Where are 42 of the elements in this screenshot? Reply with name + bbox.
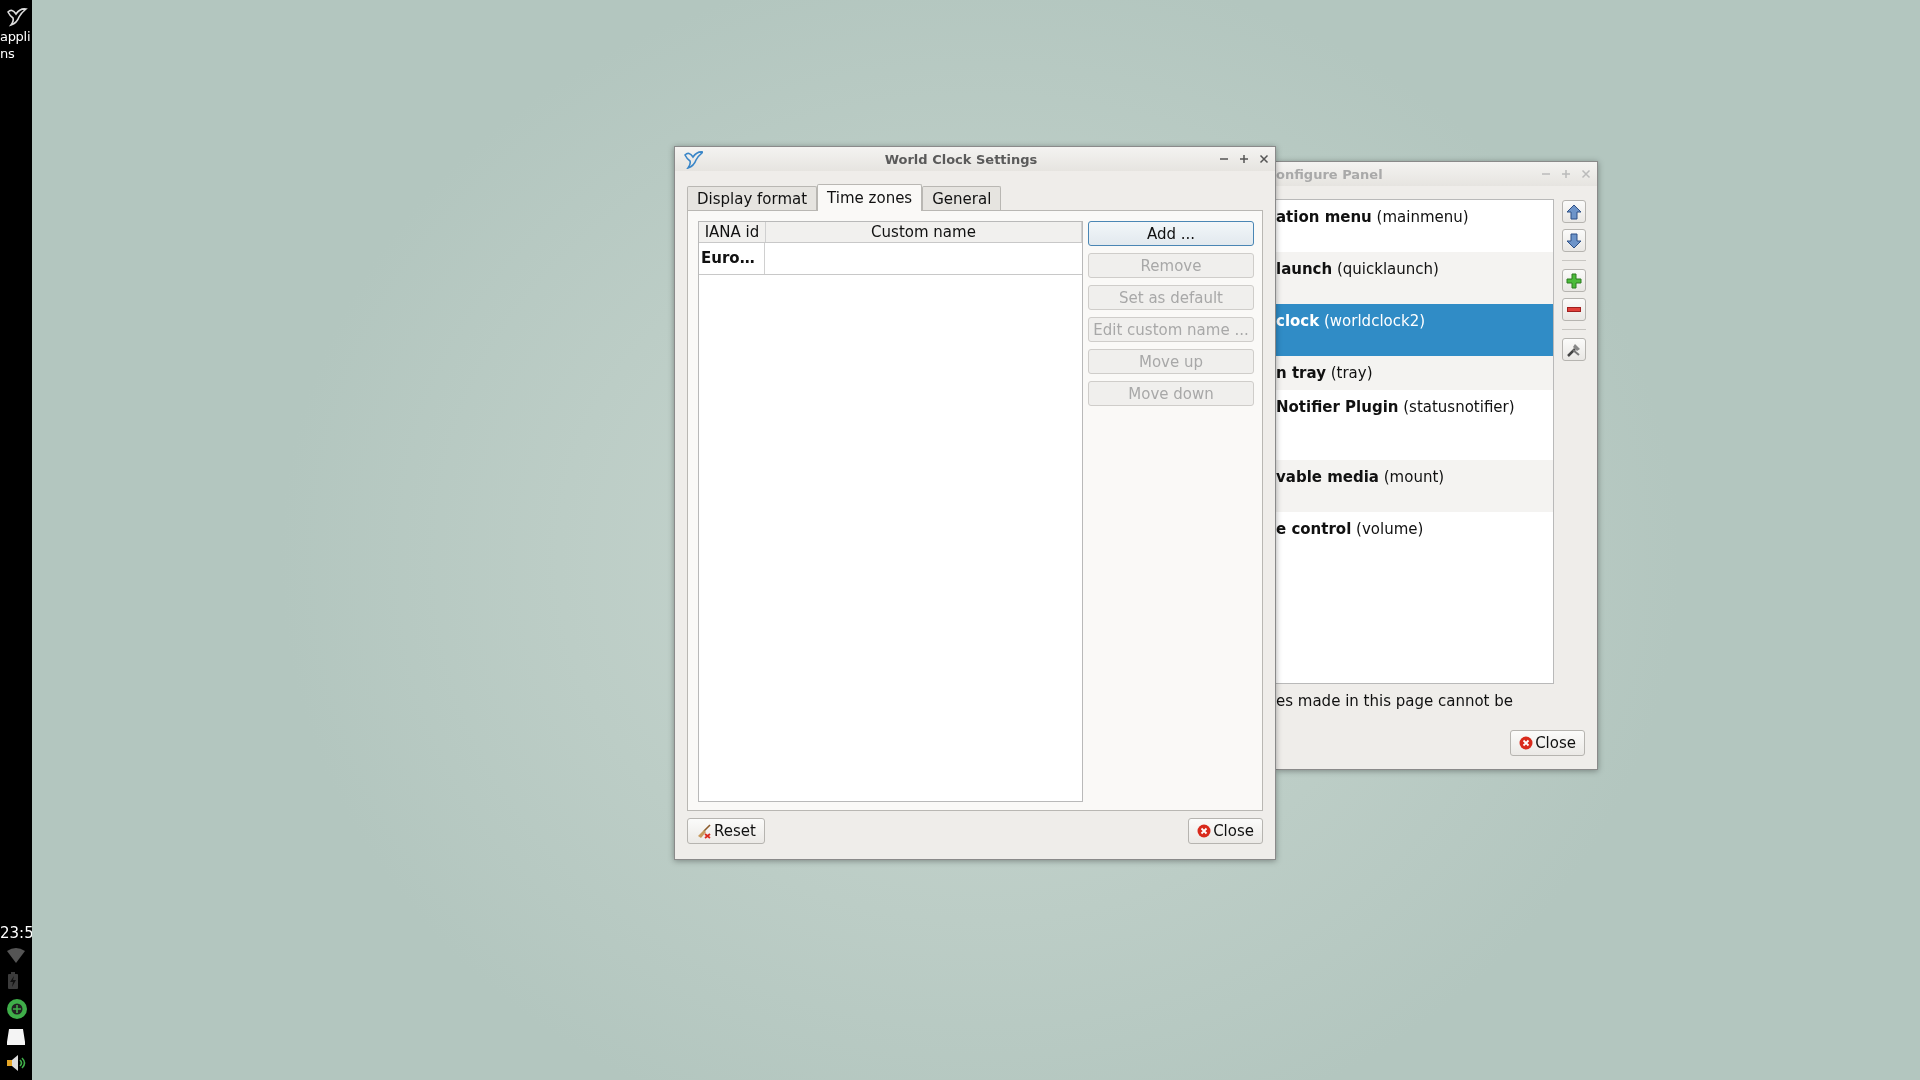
plus-button[interactable] [1562,269,1586,292]
close-button[interactable]: Close [1188,818,1263,844]
tab[interactable]: Time zones [817,184,923,211]
close-circle-icon [1519,736,1534,750]
drive-icon[interactable] [6,1028,26,1046]
tab[interactable]: Display format [687,186,818,210]
broom-icon [696,823,712,839]
tab[interactable]: General [922,186,1002,210]
window-title: World Clock Settings [883,151,1039,167]
bird-icon[interactable] [4,6,28,28]
plugin-list-item[interactable]: vable media (mount) [1276,460,1553,512]
window-title: onfigure Panel [1276,166,1384,182]
minus-icon [1567,307,1581,312]
power-ring-icon[interactable] [6,998,28,1020]
tools-button[interactable] [1562,338,1586,361]
close-button[interactable]: Close [1510,730,1585,756]
plus-icon [1565,271,1583,290]
menu-label[interactable]: ns [0,45,15,62]
arrow-up-icon [1565,202,1583,221]
wifi-icon[interactable] [6,948,26,964]
note-text: es made in this page cannot be [1276,692,1514,710]
close-icon[interactable] [1259,154,1269,164]
maximize-icon[interactable] [1239,154,1249,164]
plugin-list-item[interactable]: launch (quicklaunch) [1276,252,1553,304]
table-cell: Euro… [699,243,765,274]
plugin-list-item[interactable]: ation menu (mainmenu) [1276,200,1553,252]
reset-button[interactable]: Reset [687,818,765,844]
close-circle-icon [1197,824,1212,838]
plugin-list-item[interactable]: clock (worldclock2) [1276,304,1553,356]
plugin-list-item[interactable]: n tray (tray) [1276,356,1553,390]
arrow-down-button[interactable] [1562,229,1586,252]
menu-label[interactable]: appli [0,28,31,45]
arrow-down-icon [1565,231,1583,250]
plugin-list-item[interactable]: e control (volume) [1276,512,1553,564]
action-button[interactable]: Add ... [1088,221,1254,246]
plugin-list-item[interactable]: Notifier Plugin (statusnotifier) [1276,390,1553,460]
minus-button[interactable] [1562,298,1586,321]
column-header[interactable]: Custom name [766,222,1082,242]
clock-text[interactable]: 23:5 [0,924,32,942]
arrow-up-button[interactable] [1562,200,1586,223]
column-header[interactable]: IANA id [699,222,766,242]
speaker-icon[interactable] [6,1054,28,1072]
